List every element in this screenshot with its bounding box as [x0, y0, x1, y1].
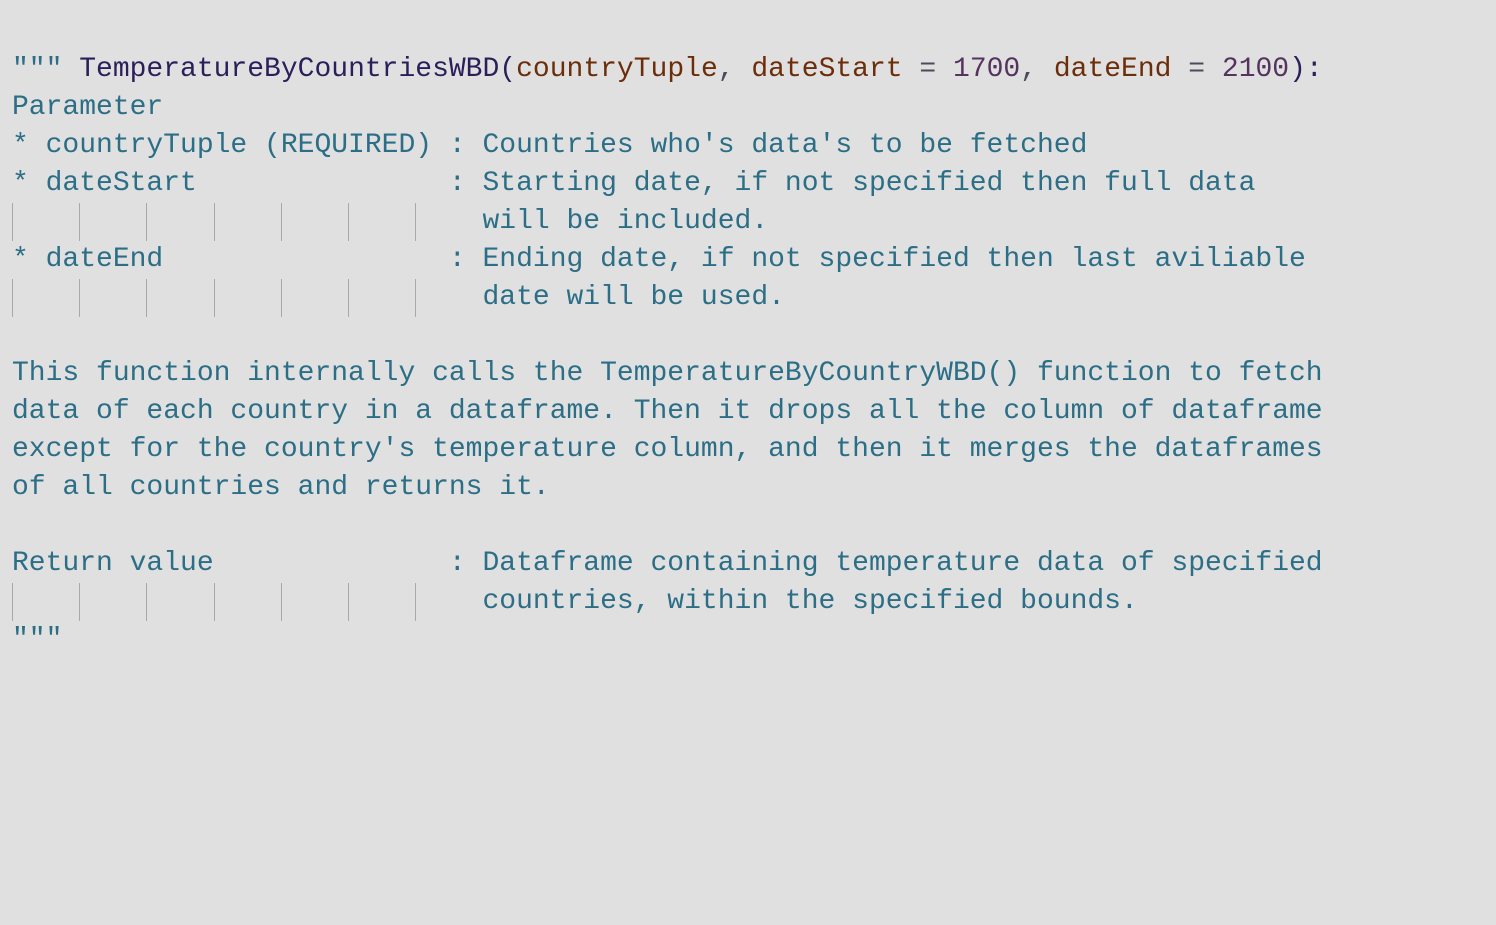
docstring-line: countries, within the specified bounds.	[12, 586, 1138, 617]
docstring-line: Parameter	[12, 92, 164, 123]
docstring-close-quotes: """	[12, 624, 63, 655]
docstring-line: Return value : Dataframe containing temp…	[12, 548, 1323, 579]
docstring-line: except for the country's temperature col…	[12, 434, 1323, 465]
docstring-line: will be included.	[12, 206, 769, 237]
docstring-blank-line	[12, 317, 1496, 355]
docstring-continuation-line: countries, within the specified bounds.	[12, 583, 1496, 621]
docstring-line: * dateEnd : Ending date, if not specifie…	[12, 244, 1306, 275]
docstring-blank-line	[12, 507, 1496, 545]
docstring-line: This function internally calls the Tempe…	[12, 358, 1323, 389]
docstring-line: * countryTuple (REQUIRED) : Countries wh…	[12, 130, 1088, 161]
docstring-continuation-line: date will be used.	[12, 279, 1496, 317]
function-signature-line: TemperatureByCountriesWBD(countryTuple, …	[12, 13, 1496, 85]
docstring-line: date will be used.	[12, 282, 785, 313]
docstring-line: * dateStart : Starting date, if not spec…	[12, 168, 1256, 199]
docstring-open-quotes: """	[12, 54, 63, 85]
docstring-continuation-line: will be included.	[12, 203, 1496, 241]
docstring-line: data of each country in a dataframe. The…	[12, 396, 1323, 427]
code-editor[interactable]: TemperatureByCountriesWBD(countryTuple, …	[12, 13, 1496, 659]
docstring-line: of all countries and returns it.	[12, 472, 550, 503]
